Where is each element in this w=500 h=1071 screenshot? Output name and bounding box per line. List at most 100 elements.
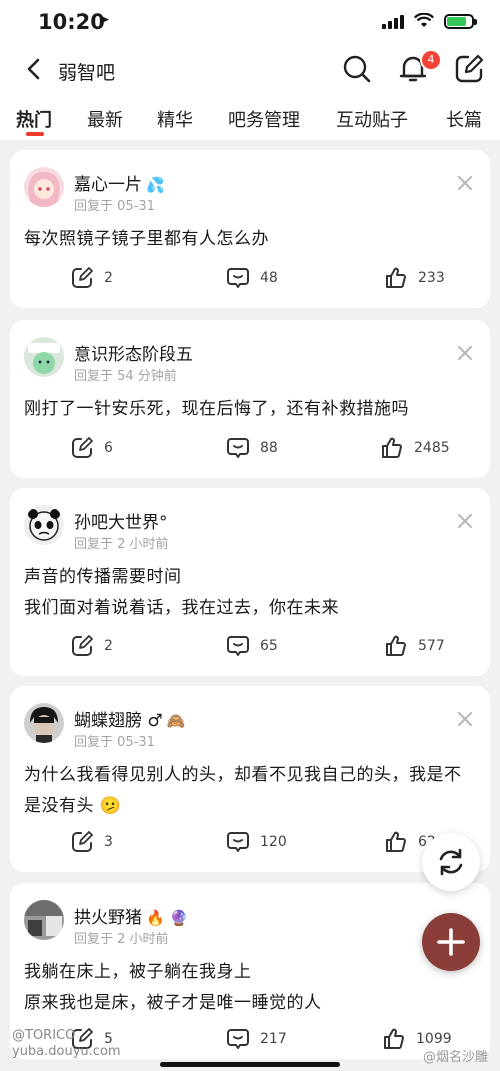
comment-button[interactable]: 65 [226, 632, 278, 660]
post-actions: 2 65 577 [10, 632, 490, 660]
status-time: 10:20 [38, 10, 105, 34]
close-icon[interactable] [456, 512, 474, 530]
username[interactable]: 意识形态阶段五 [74, 345, 193, 365]
like-count: 233 [418, 270, 445, 286]
comment-button[interactable]: 48 [226, 264, 278, 292]
tab-hot[interactable]: 热门 [16, 106, 52, 132]
refresh-icon [439, 848, 463, 876]
comment-button[interactable]: 217 [226, 1025, 287, 1053]
like-button[interactable]: 577 [384, 632, 445, 660]
comment-icon [227, 1029, 249, 1049]
search-icon[interactable] [340, 52, 374, 86]
post-content[interactable]: 声音的传播需要时间 我们面对着说着话，我在过去，你在未来 [24, 562, 476, 624]
cellular-signal-icon [382, 13, 404, 29]
username[interactable]: 孙吧大世界° [74, 513, 168, 533]
avatar[interactable] [24, 337, 64, 377]
watermark-left: @TORICO yuba.douyu.com [12, 1028, 121, 1060]
post-line: 刚打了一针安乐死，现在后悔了，还有补救措施吗 [24, 399, 409, 419]
tab-long-posts[interactable]: 长篇 [446, 106, 482, 132]
comment-icon [227, 832, 249, 852]
like-button[interactable]: 233 [384, 264, 445, 292]
comment-count: 48 [260, 270, 278, 286]
like-count: 1099 [416, 1031, 452, 1047]
post-line: 我们面对着说着话，我在过去，你在未来 [24, 598, 339, 618]
share-icon [72, 635, 93, 656]
thumbs-up-icon [382, 437, 402, 458]
username[interactable]: 拱火野猪 [74, 908, 142, 928]
post-line: 每次照镜子镜子里都有人怎么办 [24, 229, 269, 249]
user-emoji: 🔥 🔮 [146, 909, 189, 927]
comment-icon [227, 438, 249, 458]
post-content[interactable]: 刚打了一针安乐死，现在后悔了，还有补救措施吗 [24, 394, 476, 425]
close-icon[interactable] [456, 710, 474, 728]
nav-bar: 弱智吧 4 [0, 44, 500, 96]
back-icon[interactable] [18, 52, 52, 86]
avatar[interactable] [24, 900, 64, 940]
post-card[interactable]: 蝴蝶翅膀 ♂ 🙈 回复于 05-31 为什么我看得见别人的头，却看不见我自己的头，… [10, 686, 490, 872]
share-button[interactable]: 3 [70, 828, 113, 856]
post-card[interactable]: 嘉心一片 💦 回复于 05-31 每次照镜子镜子里都有人怎么办 2 48 233 [10, 150, 490, 308]
notification-badge: 4 [420, 49, 442, 71]
comment-button[interactable]: 88 [226, 434, 278, 462]
comment-count: 120 [260, 834, 287, 850]
reply-time: 回复于 54 分钟前 [74, 369, 177, 384]
reply-time: 回复于 2 小时前 [74, 537, 169, 552]
post-line: 我躺在床上，被子躺在我身上 [24, 962, 252, 982]
post-line: 为什么我看得见别人的头，却看不见我自己的头，我是不是没有头 🫤 [24, 765, 462, 816]
watermark-right: @烟名沙雕 [422, 1050, 488, 1065]
share-button[interactable]: 2 [70, 264, 113, 292]
share-button[interactable]: 6 [70, 434, 113, 462]
watermark-site: yuba.douyu.com [12, 1044, 121, 1059]
username[interactable]: 嘉心一片 [74, 175, 142, 195]
like-count: 577 [418, 638, 445, 654]
user-emoji: 🙈 [166, 712, 186, 730]
post-actions: 6 88 2485 [10, 434, 490, 462]
share-count: 2 [104, 270, 113, 286]
tab-interactive-posts[interactable]: 互动贴子 [336, 106, 408, 132]
post-line: 原来我也是床，被子才是唯一睡觉的人 [24, 993, 322, 1013]
compose-icon[interactable] [452, 52, 486, 86]
thumbs-up-icon [386, 267, 406, 288]
tab-featured[interactable]: 精华 [157, 106, 193, 132]
page-title: 弱智吧 [58, 62, 116, 84]
comment-icon [227, 268, 249, 288]
post-card[interactable]: 孙吧大世界° 回复于 2 小时前 声音的传播需要时间 我们面对着说着话，我在过去… [10, 488, 490, 676]
avatar[interactable] [24, 167, 64, 207]
location-arrow-icon: ➤ [98, 12, 110, 28]
comment-count: 88 [260, 440, 278, 456]
tab-latest[interactable]: 最新 [87, 106, 123, 132]
thumbs-up-icon [384, 1028, 404, 1049]
post-content[interactable]: 我躺在床上，被子躺在我身上 原来我也是床，被子才是唯一睡觉的人 [24, 957, 476, 1019]
reply-time: 回复于 05-31 [74, 735, 155, 750]
reply-time: 回复于 05-31 [74, 199, 155, 214]
comment-icon [227, 636, 249, 656]
share-count: 3 [104, 834, 113, 850]
username[interactable]: 蝴蝶翅膀 ♂ [74, 711, 163, 731]
post-content[interactable]: 每次照镜子镜子里都有人怎么办 [24, 224, 476, 255]
refresh-button[interactable] [422, 833, 480, 891]
avatar[interactable] [24, 505, 64, 545]
home-indicator[interactable] [160, 1062, 340, 1067]
share-count: 6 [104, 440, 113, 456]
watermark-handle: @TORICO [12, 1028, 76, 1043]
share-button[interactable]: 2 [70, 632, 113, 660]
close-icon[interactable] [456, 174, 474, 192]
avatar[interactable] [24, 703, 64, 743]
comment-count: 217 [260, 1031, 287, 1047]
tab-bar-management[interactable]: 吧务管理 [228, 106, 300, 132]
plus-icon [437, 928, 465, 956]
share-count: 2 [104, 638, 113, 654]
post-line: 声音的传播需要时间 [24, 567, 182, 587]
share-icon [72, 437, 93, 458]
post-card[interactable]: 意识形态阶段五 回复于 54 分钟前 刚打了一针安乐死，现在后悔了，还有补救措施… [10, 320, 490, 478]
comment-button[interactable]: 120 [226, 828, 287, 856]
post-content[interactable]: 为什么我看得见别人的头，却看不见我自己的头，我是不是没有头 🫤 [24, 760, 476, 822]
new-post-button[interactable] [422, 913, 480, 971]
like-count: 2485 [414, 440, 450, 456]
thumbs-up-icon [386, 831, 406, 852]
close-icon[interactable] [456, 344, 474, 362]
battery-icon [444, 13, 477, 29]
status-bar: 10:20 ➤ [0, 0, 500, 44]
post-actions: 2 48 233 [10, 264, 490, 292]
like-button[interactable]: 2485 [380, 434, 450, 462]
